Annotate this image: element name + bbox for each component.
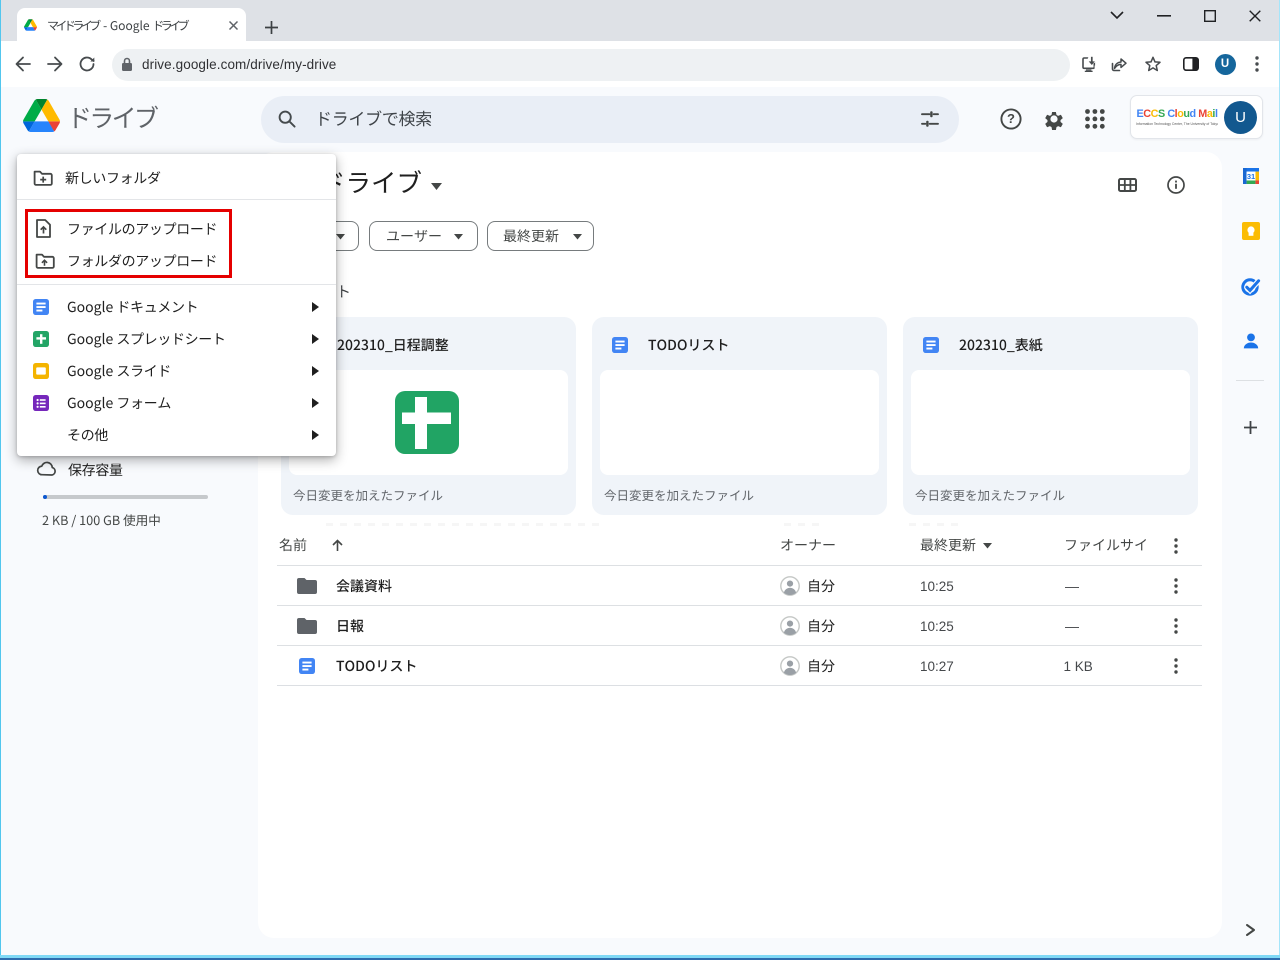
svg-text:31: 31 xyxy=(1247,172,1255,181)
